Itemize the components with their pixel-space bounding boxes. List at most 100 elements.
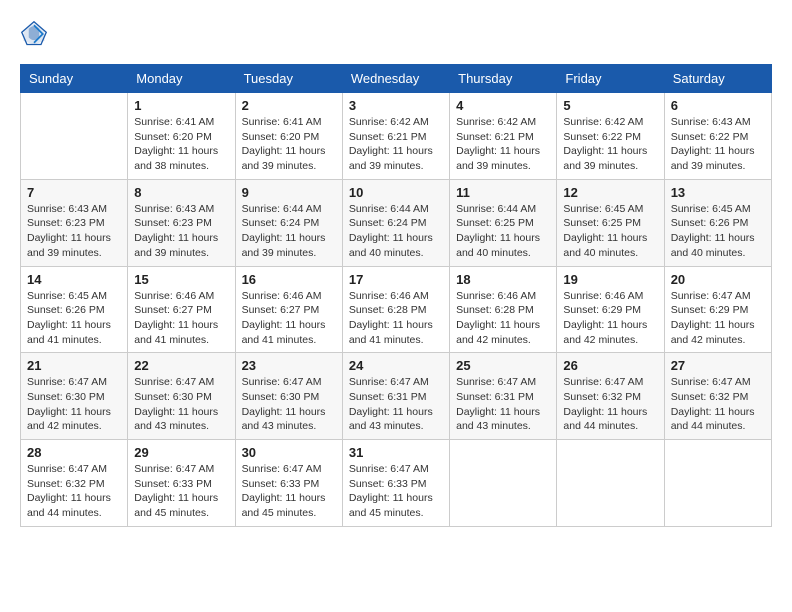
calendar-table: SundayMondayTuesdayWednesdayThursdayFrid… [20,64,772,527]
day-info: Sunrise: 6:44 AM Sunset: 6:24 PM Dayligh… [242,202,336,261]
day-number: 1 [134,98,228,113]
day-number: 21 [27,358,121,373]
day-number: 12 [563,185,657,200]
day-info: Sunrise: 6:42 AM Sunset: 6:21 PM Dayligh… [456,115,550,174]
day-info: Sunrise: 6:47 AM Sunset: 6:32 PM Dayligh… [27,462,121,521]
calendar-cell [450,440,557,527]
day-number: 13 [671,185,765,200]
calendar-cell: 4Sunrise: 6:42 AM Sunset: 6:21 PM Daylig… [450,93,557,180]
day-info: Sunrise: 6:47 AM Sunset: 6:29 PM Dayligh… [671,289,765,348]
calendar-cell: 25 Sunrise: 6:47 AM Sunset: 6:31 PM Dayli… [450,353,557,440]
day-number: 3 [349,98,443,113]
day-info: Sunrise: 6:41 AM Sunset: 6:20 PM Dayligh… [134,115,228,174]
day-number: 31 [349,445,443,460]
calendar-cell: 15 Sunrise: 6:46 AM Sunset: 6:27 PM Dayli… [128,266,235,353]
calendar-week-row: 7 Sunrise: 6:43 AM Sunset: 6:23 PM Daylig… [21,179,772,266]
day-info: Sunrise: 6:46 AM Sunset: 6:27 PM Dayligh… [134,289,228,348]
weekday-header-thursday: Thursday [450,65,557,93]
calendar-cell: 31Sunrise: 6:47 AM Sunset: 6:33 PM Dayli… [342,440,449,527]
calendar-week-row: 1 Sunrise: 6:41 AM Sunset: 6:20 PM Daylig… [21,93,772,180]
calendar-body: 1 Sunrise: 6:41 AM Sunset: 6:20 PM Daylig… [21,93,772,527]
weekday-header-friday: Friday [557,65,664,93]
day-number: 6 [671,98,765,113]
day-number: 7 [27,185,121,200]
day-info: Sunrise: 6:44 AM Sunset: 6:25 PM Dayligh… [456,202,550,261]
calendar-week-row: 28 Sunrise: 6:47 AM Sunset: 6:32 PM Dayli… [21,440,772,527]
day-number: 15 [134,272,228,287]
calendar-cell: 12 Sunrise: 6:45 AM Sunset: 6:25 PM Dayli… [557,179,664,266]
calendar-cell [557,440,664,527]
weekday-header-tuesday: Tuesday [235,65,342,93]
page-header [20,20,772,48]
weekday-header-monday: Monday [128,65,235,93]
calendar-cell: 5 Sunrise: 6:42 AM Sunset: 6:22 PM Daylig… [557,93,664,180]
calendar-cell: 7 Sunrise: 6:43 AM Sunset: 6:23 PM Daylig… [21,179,128,266]
day-number: 18 [456,272,550,287]
day-number: 22 [134,358,228,373]
calendar-cell: 28 Sunrise: 6:47 AM Sunset: 6:32 PM Dayli… [21,440,128,527]
calendar-cell: 21Sunrise: 6:47 AM Sunset: 6:30 PM Dayli… [21,353,128,440]
calendar-cell: 22 Sunrise: 6:47 AM Sunset: 6:30 PM Dayli… [128,353,235,440]
day-info: Sunrise: 6:46 AM Sunset: 6:27 PM Dayligh… [242,289,336,348]
day-info: Sunrise: 6:45 AM Sunset: 6:26 PM Dayligh… [27,289,121,348]
day-number: 2 [242,98,336,113]
day-number: 23 [242,358,336,373]
calendar-cell: 16Sunrise: 6:46 AM Sunset: 6:27 PM Dayli… [235,266,342,353]
day-info: Sunrise: 6:47 AM Sunset: 6:33 PM Dayligh… [242,462,336,521]
day-number: 28 [27,445,121,460]
day-info: Sunrise: 6:47 AM Sunset: 6:30 PM Dayligh… [242,375,336,434]
calendar-cell: 18Sunrise: 6:46 AM Sunset: 6:28 PM Dayli… [450,266,557,353]
day-info: Sunrise: 6:47 AM Sunset: 6:30 PM Dayligh… [134,375,228,434]
day-info: Sunrise: 6:47 AM Sunset: 6:32 PM Dayligh… [671,375,765,434]
weekday-header-wednesday: Wednesday [342,65,449,93]
day-number: 25 [456,358,550,373]
day-number: 5 [563,98,657,113]
calendar-cell: 29Sunrise: 6:47 AM Sunset: 6:33 PM Dayli… [128,440,235,527]
calendar-cell: 13 Sunrise: 6:45 AM Sunset: 6:26 PM Dayli… [664,179,771,266]
day-number: 11 [456,185,550,200]
day-number: 8 [134,185,228,200]
day-number: 27 [671,358,765,373]
day-info: Sunrise: 6:43 AM Sunset: 6:22 PM Dayligh… [671,115,765,174]
day-info: Sunrise: 6:43 AM Sunset: 6:23 PM Dayligh… [27,202,121,261]
calendar-cell: 27 Sunrise: 6:47 AM Sunset: 6:32 PM Dayli… [664,353,771,440]
calendar-cell: 8 Sunrise: 6:43 AM Sunset: 6:23 PM Daylig… [128,179,235,266]
calendar-cell: 23 Sunrise: 6:47 AM Sunset: 6:30 PM Dayli… [235,353,342,440]
day-info: Sunrise: 6:45 AM Sunset: 6:25 PM Dayligh… [563,202,657,261]
day-info: Sunrise: 6:43 AM Sunset: 6:23 PM Dayligh… [134,202,228,261]
calendar-week-row: 21 Sunrise: 6:47 AM Sunset: 6:30 PM Dayli… [21,353,772,440]
day-info: Sunrise: 6:45 AM Sunset: 6:26 PM Dayligh… [671,202,765,261]
day-number: 26 [563,358,657,373]
day-number: 29 [134,445,228,460]
day-info: Sunrise: 6:42 AM Sunset: 6:22 PM Dayligh… [563,115,657,174]
calendar-cell: 26Sunrise: 6:47 AM Sunset: 6:32 PM Dayli… [557,353,664,440]
day-info: Sunrise: 6:47 AM Sunset: 6:31 PM Dayligh… [456,375,550,434]
calendar-cell: 19 Sunrise: 6:46 AM Sunset: 6:29 PM Dayli… [557,266,664,353]
day-info: Sunrise: 6:46 AM Sunset: 6:28 PM Dayligh… [349,289,443,348]
day-number: 10 [349,185,443,200]
day-number: 17 [349,272,443,287]
weekday-header-saturday: Saturday [664,65,771,93]
day-info: Sunrise: 6:42 AM Sunset: 6:21 PM Dayligh… [349,115,443,174]
day-number: 20 [671,272,765,287]
day-info: Sunrise: 6:47 AM Sunset: 6:31 PM Dayligh… [349,375,443,434]
day-info: Sunrise: 6:46 AM Sunset: 6:29 PM Dayligh… [563,289,657,348]
calendar-cell: 11 Sunrise: 6:44 AM Sunset: 6:25 PM Dayli… [450,179,557,266]
day-number: 19 [563,272,657,287]
calendar-cell: 9 Sunrise: 6:44 AM Sunset: 6:24 PM Daylig… [235,179,342,266]
calendar-cell: 2 Sunrise: 6:41 AM Sunset: 6:20 PM Daylig… [235,93,342,180]
logo-icon [20,20,48,48]
calendar-cell: 17 Sunrise: 6:46 AM Sunset: 6:28 PM Dayli… [342,266,449,353]
calendar-cell: 30 Sunrise: 6:47 AM Sunset: 6:33 PM Dayli… [235,440,342,527]
weekday-header-row: SundayMondayTuesdayWednesdayThursdayFrid… [21,65,772,93]
weekday-header-sunday: Sunday [21,65,128,93]
calendar-cell: 6 Sunrise: 6:43 AM Sunset: 6:22 PM Daylig… [664,93,771,180]
day-number: 24 [349,358,443,373]
calendar-cell: 14Sunrise: 6:45 AM Sunset: 6:26 PM Dayli… [21,266,128,353]
day-number: 30 [242,445,336,460]
day-number: 9 [242,185,336,200]
logo [20,20,52,48]
calendar-header: SundayMondayTuesdayWednesdayThursdayFrid… [21,65,772,93]
calendar-week-row: 14Sunrise: 6:45 AM Sunset: 6:26 PM Dayli… [21,266,772,353]
day-info: Sunrise: 6:41 AM Sunset: 6:20 PM Dayligh… [242,115,336,174]
